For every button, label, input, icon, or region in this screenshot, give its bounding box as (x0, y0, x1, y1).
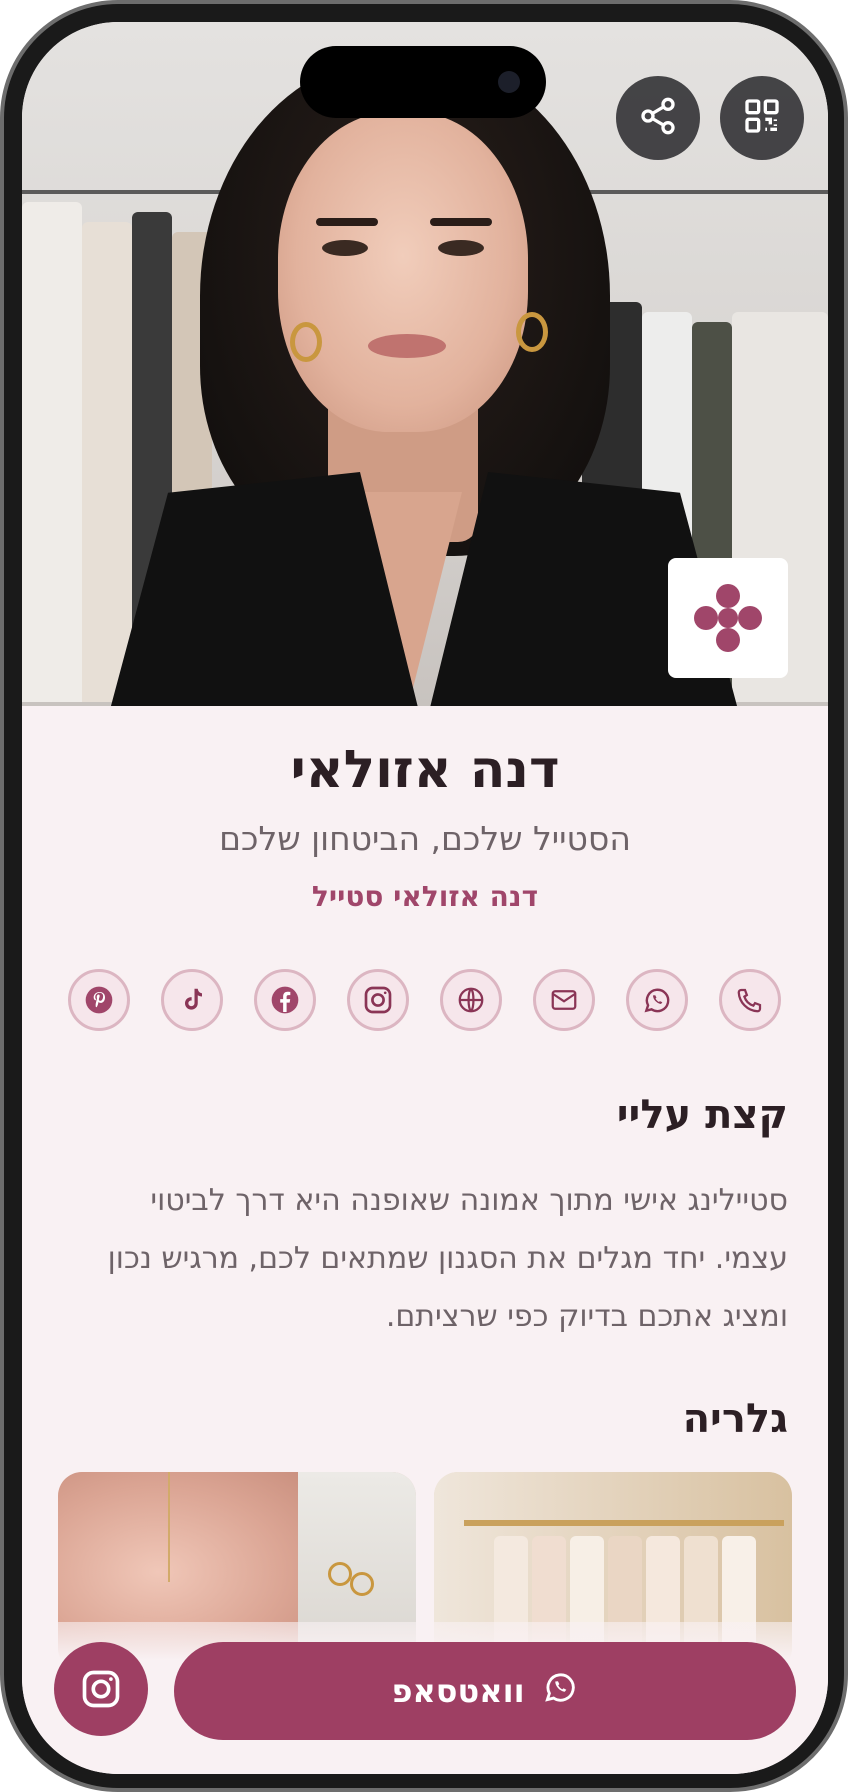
profile-name: דנה אזולאי (290, 740, 560, 800)
earring (290, 322, 322, 362)
whatsapp-icon (541, 1668, 579, 1714)
screen: דנה אזולאי הסטייל שלכם, הביטחון שלכם דנה… (22, 22, 828, 1774)
flower-logo-icon (694, 584, 762, 652)
email-button[interactable] (533, 969, 595, 1031)
social-links (68, 969, 788, 1031)
whatsapp-icon (644, 988, 670, 1013)
eyebrow (316, 218, 378, 226)
garment (82, 222, 132, 702)
instagram-icon (364, 986, 392, 1014)
instagram-button[interactable] (347, 969, 409, 1031)
facebook-icon (271, 986, 299, 1014)
phone-button[interactable] (719, 969, 781, 1031)
qr-code-button[interactable] (720, 76, 804, 160)
lips (368, 334, 446, 358)
website-button[interactable] (440, 969, 502, 1031)
whatsapp-button[interactable] (626, 969, 688, 1031)
instagram-action-button[interactable] (54, 1642, 148, 1736)
whatsapp-action-button[interactable]: וואטסאפ (174, 1642, 796, 1740)
phone-icon (737, 988, 762, 1013)
profile-brand: דנה אזולאי סטייל (311, 880, 539, 913)
camera-icon (498, 71, 520, 93)
earring (516, 312, 548, 352)
clothes-rack (582, 190, 828, 194)
profile-hero-photo (22, 22, 828, 706)
qr-code-icon (742, 96, 782, 140)
face (278, 112, 528, 432)
globe-icon (458, 987, 484, 1013)
phone-frame: דנה אזולאי הסטייל שלכם, הביטחון שלכם דנה… (0, 0, 848, 1792)
pinterest-button[interactable] (68, 969, 130, 1031)
gallery-title: גלריה (682, 1396, 788, 1442)
pinterest-icon (85, 986, 113, 1014)
about-text: סטיילינג אישי מתוך אמונה שאופנה היא דרך … (107, 1183, 788, 1334)
about-title: קצת עליי (616, 1092, 788, 1138)
tiktok-icon (185, 988, 202, 1010)
eye (438, 240, 484, 256)
brand-logo (668, 558, 788, 678)
facebook-button[interactable] (254, 969, 316, 1031)
eye (322, 240, 368, 256)
profile-tagline: הסטייל שלכם, הביטחון שלכם (219, 819, 631, 858)
mail-icon (551, 990, 577, 1010)
whatsapp-label: וואטסאפ (391, 1672, 525, 1710)
tiktok-button[interactable] (161, 969, 223, 1031)
share-button[interactable] (616, 76, 700, 160)
eyebrow (430, 218, 492, 226)
garment (22, 202, 82, 702)
instagram-icon (82, 1670, 120, 1708)
clothes-rack (22, 190, 222, 194)
dynamic-island (300, 46, 546, 118)
share-icon (638, 96, 678, 140)
side-button (844, 744, 848, 834)
